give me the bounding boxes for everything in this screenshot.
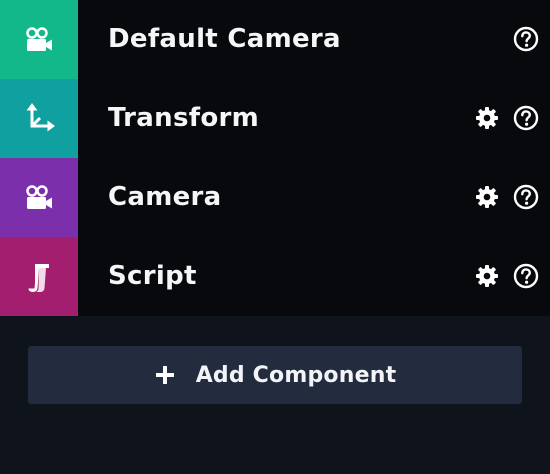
component-color-swatch [0,79,78,158]
gear-icon[interactable] [474,184,500,210]
transform-axes-icon [23,102,55,135]
help-icon[interactable] [513,263,539,289]
component-color-swatch [0,237,78,316]
camera-icon [24,26,54,53]
component-row-script[interactable]: Script [0,237,550,316]
gear-icon[interactable] [474,263,500,289]
help-icon[interactable] [513,184,539,210]
component-label: Script [108,261,197,291]
component-row-default-camera[interactable]: Default Camera [0,0,550,79]
add-component-button[interactable]: Add Component [28,346,522,404]
camera-icon [24,184,54,211]
component-row-transform[interactable]: Transform [0,79,550,158]
component-label: Default Camera [108,24,341,54]
component-label: Camera [108,182,222,212]
script-scroll-icon [26,261,52,293]
component-list: Default Camera Transform Camera Script [0,0,550,316]
component-label: Transform [108,103,260,133]
component-row-camera[interactable]: Camera [0,158,550,237]
component-color-swatch [0,158,78,237]
gear-icon[interactable] [474,105,500,131]
component-panel: Default Camera Transform Camera Script A… [0,0,550,474]
help-icon[interactable] [513,26,539,52]
add-component-label: Add Component [195,362,397,388]
component-color-swatch [0,0,78,79]
help-icon[interactable] [513,105,539,131]
plus-icon [154,364,176,386]
